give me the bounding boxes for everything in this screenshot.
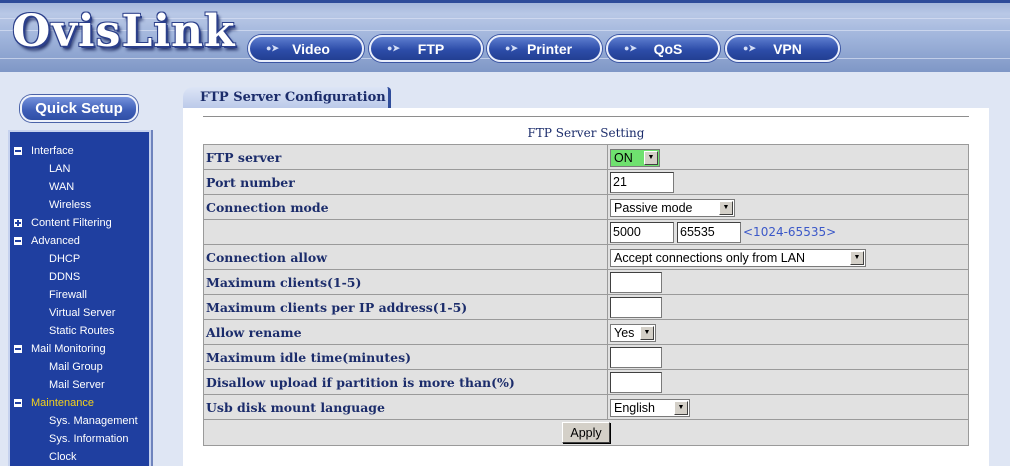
sidebar-group-content-filtering[interactable]: Content Filtering [10, 214, 112, 232]
ftp-server-label: FTP server [203, 144, 608, 170]
chevron-down-icon: ▼ [640, 325, 654, 340]
port-number-label: Port number [203, 169, 608, 195]
table-row: Maximum idle time(minutes) [203, 344, 969, 370]
allow-rename-label: Allow rename [203, 319, 608, 345]
usb-language-value: English [614, 400, 655, 415]
chevron-down-icon: ▼ [644, 150, 658, 165]
max-clients-per-ip-label: Maximum clients per IP address(1-5) [203, 294, 608, 320]
table-row: Connection allow Accept connections only… [203, 244, 969, 270]
ftp-server-select[interactable]: ON ▼ [610, 148, 660, 167]
sidebar-item-ddns[interactable]: DDNS [49, 268, 80, 286]
sidebar-item-sys-management[interactable]: Sys. Management [49, 412, 138, 430]
sidebar-menu: Interface LAN WAN Wireless Content Filte… [8, 130, 151, 466]
table-row: Connection mode Passive mode ▼ [203, 194, 969, 220]
collapse-icon [14, 399, 22, 407]
table-row: Maximum clients per IP address(1-5) [203, 294, 969, 320]
max-idle-time-label: Maximum idle time(minutes) [203, 344, 608, 370]
sidebar-item-label: Content Filtering [31, 217, 112, 229]
table-row: Allow rename Yes ▼ [203, 319, 969, 345]
max-clients-input[interactable] [610, 271, 662, 293]
connection-mode-label: Connection mode [203, 194, 608, 220]
table-row: Maximum clients(1-5) [203, 269, 969, 295]
header-top-bar [0, 0, 1010, 3]
sidebar-item-mail-group[interactable]: Mail Group [49, 358, 103, 376]
passive-port-start-input[interactable]: 5000 [610, 221, 674, 243]
table-row: Usb disk mount language English ▼ [203, 394, 969, 420]
sidebar-group-advanced[interactable]: Advanced [10, 232, 80, 250]
table-row: FTP server ON ▼ [203, 144, 969, 170]
nav-button-video[interactable]: ●➤ Video [248, 35, 364, 62]
connection-allow-select[interactable]: Accept connections only from LAN ▼ [610, 248, 866, 267]
sidebar-item-label: Advanced [31, 235, 80, 247]
max-clients-per-ip-input[interactable] [610, 296, 662, 318]
chevron-right-icon: ●➤ [387, 43, 400, 53]
table-row: 5000 65535 <1024-65535> [203, 219, 969, 245]
sidebar-item-label: Maintenance [31, 397, 94, 409]
table-row: Disallow upload if partition is more tha… [203, 369, 969, 395]
max-idle-time-input[interactable] [610, 346, 662, 368]
allow-rename-select[interactable]: Yes ▼ [610, 323, 656, 342]
disallow-upload-label: Disallow upload if partition is more tha… [203, 369, 608, 395]
tab-ftp-server-configuration: FTP Server Configuration [183, 87, 391, 110]
expand-icon [14, 219, 22, 227]
sidebar-item-wan[interactable]: WAN [49, 178, 74, 196]
chevron-right-icon: ●➤ [624, 43, 637, 53]
sidebar-item-label: Interface [31, 145, 74, 157]
sidebar-group-interface[interactable]: Interface [10, 142, 74, 160]
sidebar-item-label: Mail Monitoring [31, 343, 106, 355]
sidebar-item-sys-information[interactable]: Sys. Information [49, 430, 128, 448]
sidebar-item-virtual-server[interactable]: Virtual Server [49, 304, 115, 322]
sidebar-item-wireless[interactable]: Wireless [49, 196, 91, 214]
nav-button-qos[interactable]: ●➤ QoS [606, 35, 720, 62]
disallow-upload-input[interactable] [610, 371, 662, 393]
nav-button-ftp[interactable]: ●➤ FTP [369, 35, 483, 62]
table-row: Port number 21 [203, 169, 969, 195]
collapse-icon [14, 237, 22, 245]
port-range-hint: <1024-65535> [743, 225, 837, 239]
usb-language-label: Usb disk mount language [203, 394, 608, 420]
chevron-right-icon: ●➤ [743, 43, 756, 53]
connection-mode-select[interactable]: Passive mode ▼ [610, 198, 735, 217]
chevron-down-icon: ▼ [674, 400, 688, 415]
chevron-down-icon: ▼ [850, 250, 864, 265]
divider [203, 116, 969, 117]
nav-button-vpn[interactable]: ●➤ VPN [725, 35, 840, 62]
sidebar-item-dhcp[interactable]: DHCP [49, 250, 80, 268]
connection-allow-value: Accept connections only from LAN [614, 250, 806, 265]
collapse-icon [14, 147, 22, 155]
connection-allow-label: Connection allow [203, 244, 608, 270]
sidebar-item-firewall[interactable]: Firewall [49, 286, 87, 304]
allow-rename-value: Yes [614, 325, 635, 340]
section-title: FTP Server Setting [527, 126, 645, 140]
usb-language-select[interactable]: English ▼ [610, 398, 690, 417]
sidebar-group-maintenance[interactable]: Maintenance [10, 394, 94, 412]
sidebar-item-mail-server[interactable]: Mail Server [49, 376, 105, 394]
chevron-down-icon: ▼ [719, 200, 733, 215]
max-clients-label: Maximum clients(1-5) [203, 269, 608, 295]
quick-setup-button[interactable]: Quick Setup [20, 95, 138, 122]
passive-port-end-input[interactable]: 65535 [677, 221, 741, 243]
sidebar-item-clock[interactable]: Clock [49, 448, 77, 466]
table-row: Apply [203, 419, 969, 446]
port-number-input[interactable]: 21 [610, 171, 674, 193]
sidebar-item-static-routes[interactable]: Static Routes [49, 322, 114, 340]
connection-mode-value: Passive mode [614, 200, 693, 215]
sidebar-group-mail-monitoring[interactable]: Mail Monitoring [10, 340, 106, 358]
nav-button-printer[interactable]: ●➤ Printer [487, 35, 602, 62]
sidebar-item-lan[interactable]: LAN [49, 160, 70, 178]
chevron-right-icon: ●➤ [266, 43, 279, 53]
passive-range-label [203, 219, 608, 245]
brand-logo: OvisLink [12, 6, 236, 57]
ftp-server-value: ON [614, 150, 633, 165]
ftp-settings-table: FTP server ON ▼ Port number 21 Connectio… [203, 144, 969, 446]
chevron-right-icon: ●➤ [505, 43, 518, 53]
collapse-icon [14, 345, 22, 353]
apply-button[interactable]: Apply [562, 422, 610, 444]
